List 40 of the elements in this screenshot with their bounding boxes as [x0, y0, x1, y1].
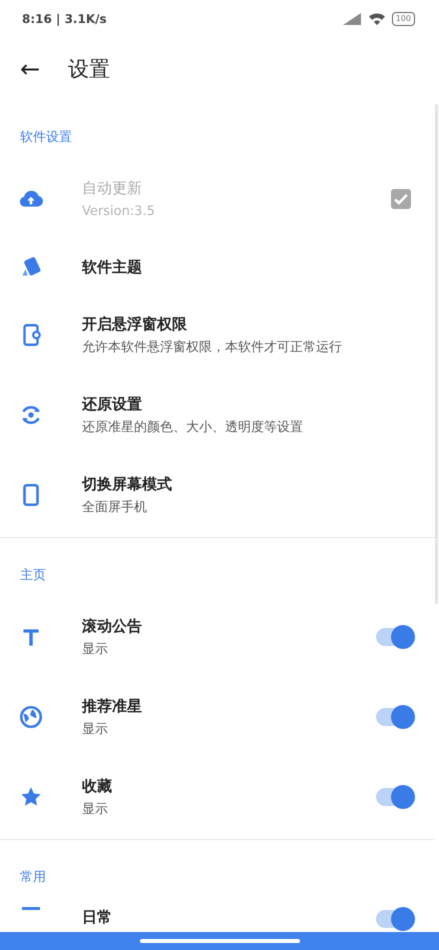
- setting-title: 软件主题: [82, 257, 143, 277]
- section-title: 常用: [19, 869, 47, 887]
- toggle-switch[interactable]: [375, 705, 415, 729]
- wifi-icon: [368, 12, 386, 26]
- back-button[interactable]: ←: [0, 55, 68, 83]
- status-time: 8:16 | 3.1K/s: [22, 12, 107, 26]
- setting-description: 显示: [82, 801, 109, 818]
- page-title: 设置: [68, 56, 110, 83]
- toggle-switch[interactable]: [375, 785, 415, 809]
- signal-icon: [342, 12, 362, 26]
- setting-title: 自动更新: [82, 178, 143, 198]
- setting-title: 开启悬浮窗权限: [82, 314, 188, 334]
- settings-row[interactable]: 软件主题: [0, 239, 435, 295]
- settings-row[interactable]: 滚动公告 显示: [0, 597, 435, 677]
- globe-icon: [18, 704, 44, 730]
- settings-row[interactable]: 收藏 显示: [0, 757, 435, 837]
- settings-row[interactable]: 开启悬浮窗权限 允许本软件悬浮窗权限，本软件才可正常运行: [0, 295, 435, 375]
- setting-description: Version:3.5: [82, 203, 156, 220]
- setting-description: 允许本软件悬浮窗权限，本软件才可正常运行: [82, 339, 343, 356]
- setting-title: 收藏: [82, 776, 113, 796]
- setting-description: 还原准星的颜色、大小、透明度等设置: [82, 419, 304, 436]
- settings-row[interactable]: 还原设置 还原准星的颜色、大小、透明度等设置: [0, 375, 435, 455]
- setting-title: 日常: [82, 907, 113, 927]
- section-title: 主页: [19, 567, 47, 585]
- setting-description: 全面屏手机: [82, 499, 148, 516]
- section-title: 软件设置: [19, 129, 73, 147]
- setting-title: 推荐准星: [82, 696, 143, 716]
- battery-level: 100: [392, 12, 415, 26]
- minus-icon: [22, 907, 40, 910]
- setting-title: 滚动公告: [82, 616, 143, 636]
- setting-description: 显示: [82, 721, 109, 738]
- setting-title: 还原设置: [82, 394, 143, 414]
- setting-description: 显示: [82, 641, 109, 658]
- setting-title: 切换屏幕模式: [82, 474, 173, 494]
- toggle-switch[interactable]: [375, 625, 415, 649]
- checkmark-icon: [394, 193, 408, 205]
- settings-row[interactable]: 日常: [0, 899, 435, 950]
- toggle-switch[interactable]: [375, 907, 415, 931]
- settings-row[interactable]: 切换屏幕模式 全面屏手机: [0, 455, 435, 535]
- settings-row[interactable]: 推荐准星 显示: [0, 677, 435, 757]
